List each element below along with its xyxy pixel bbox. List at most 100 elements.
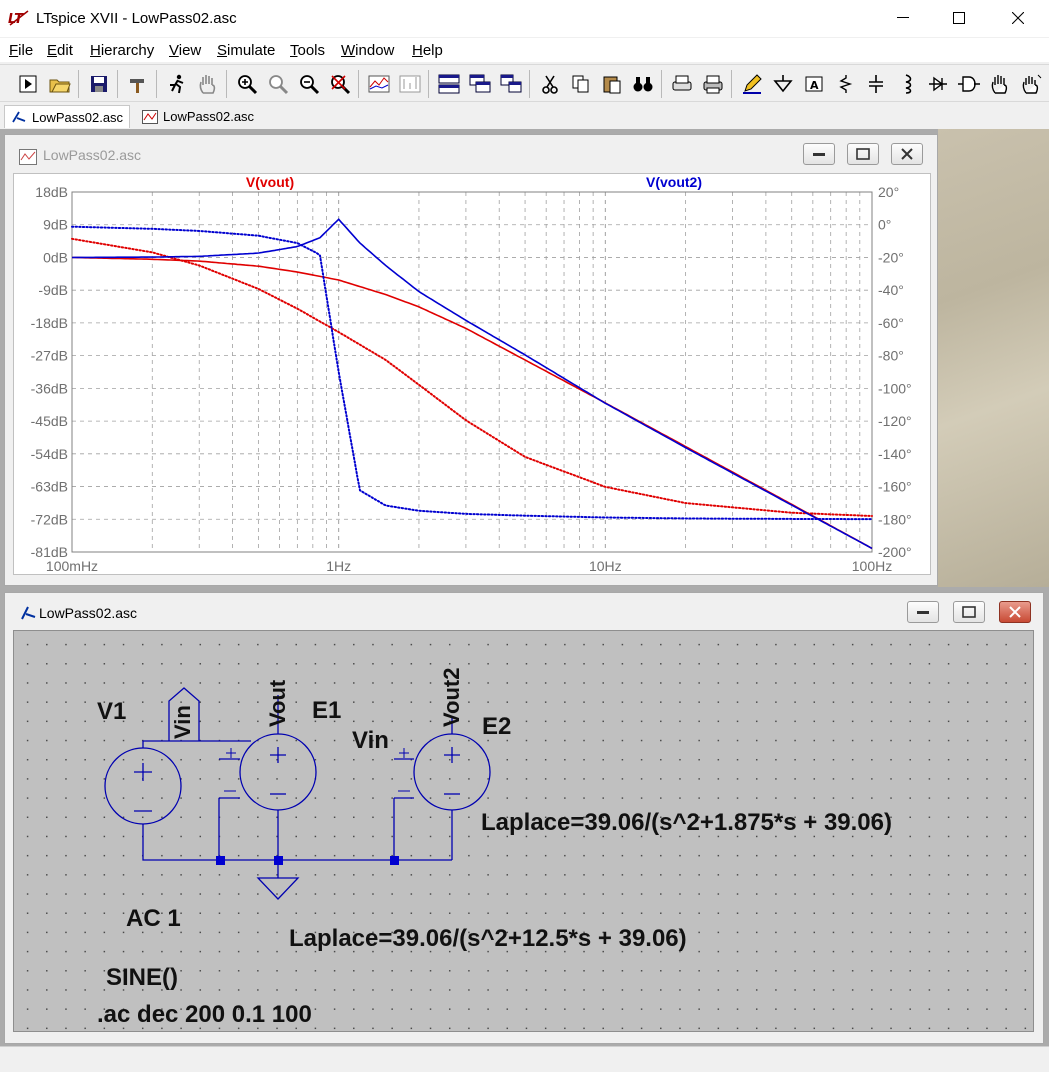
vout2-flag-label[interactable]: Vout2 [439,668,465,727]
move-hand-icon[interactable] [986,70,1014,98]
ground-symbol[interactable] [256,860,300,900]
open-folder-icon[interactable] [46,70,74,98]
y-right-tick-label: -20° [878,249,904,265]
y-right-tick-label: 0° [878,217,891,233]
menu-view[interactable]: View [169,42,201,59]
x-tick-label: 100mHz [46,558,98,574]
close-button[interactable] [995,0,1041,36]
run-icon[interactable] [163,70,191,98]
component-icon[interactable] [955,70,983,98]
vout-flag-label[interactable]: Vout [265,680,291,727]
menu-window[interactable]: Window [341,42,394,59]
window-title: LTspice XVII - LowPass02.asc [36,10,237,27]
tile-horizontal-icon[interactable] [435,70,463,98]
waveform-window: LowPass02.asc 18dB 9dB 0dB -9dB -18dB -27dB -3… [4,134,938,586]
series-vvout-magnitude [72,256,873,550]
toolbar: A [0,64,1049,102]
waveform-close-button[interactable] [891,143,923,165]
menu-tools[interactable]: Tools [290,42,325,59]
print-icon[interactable] [699,70,727,98]
halt-hand-icon[interactable] [194,70,222,98]
minimize-button[interactable] [880,0,926,36]
svg-text:A: A [810,79,819,92]
title-bar: LT LTspice XVII - LowPass02.asc [0,0,1049,38]
maximize-button[interactable] [936,0,982,36]
wire-v1-top[interactable] [142,740,251,748]
menu-help[interactable]: Help [412,42,443,59]
e2-source-symbol[interactable] [413,733,491,811]
v1-label[interactable]: V1 [97,698,126,726]
tile-vertical-icon[interactable] [497,70,525,98]
voltage-source-v1-symbol[interactable] [104,747,182,825]
schematic-close-button[interactable] [999,601,1031,623]
waveform-minimize-button[interactable] [803,143,835,165]
y-right-tick-label: -80° [878,348,904,364]
diode-icon[interactable] [924,70,952,98]
desktop-background [938,129,1049,587]
open-schematic-icon[interactable] [14,70,42,98]
menu-file[interactable]: File [9,42,33,59]
plot-settings-icon[interactable] [396,70,424,98]
waveform-window-title: LowPass02.asc [43,147,142,163]
y-left-tick-label: -54dB [31,446,68,462]
label-net-icon[interactable]: A [800,70,828,98]
zoom-fit-icon[interactable] [326,70,354,98]
find-binoculars-icon[interactable] [629,70,657,98]
y-right-tick-label: -140° [878,446,912,462]
y-right-tick-label: 20° [878,184,899,200]
cascade-windows-icon[interactable] [466,70,494,98]
e2-label[interactable]: E2 [482,713,511,741]
schematic-minimize-button[interactable] [907,601,939,623]
y-left-tick-label: -18dB [31,315,68,331]
series-vvout-phase [71,237,873,517]
document-tabs: LowPass02.asc LowPass02.asc [0,103,1049,129]
menu-hierarchy[interactable]: Hierarchy [90,42,154,59]
e1-label[interactable]: E1 [312,697,341,725]
copy-icon[interactable] [567,70,595,98]
series-vvout2-magnitude [71,218,873,550]
x-tick-label: 10Hz [589,558,622,574]
tab-schematic[interactable]: LowPass02.asc [4,105,131,128]
legend-vout: V(vout) [246,174,294,190]
y-left-tick-label: -36dB [31,380,68,396]
resistor-icon[interactable] [831,70,859,98]
draw-wire-pencil-icon[interactable] [738,70,766,98]
waveform-maximize-button[interactable] [847,143,879,165]
paste-icon[interactable] [598,70,626,98]
waveform-plot-pane[interactable]: 18dB 9dB 0dB -9dB -18dB -27dB -36dB -45dB -54dB -… [13,173,931,575]
tab-waveform[interactable]: LowPass02.asc [136,105,260,128]
zoom-in-icon[interactable] [233,70,261,98]
control-panel-hammer-icon[interactable] [124,70,152,98]
autorange-plot-icon[interactable] [365,70,393,98]
tab-waveform-label: LowPass02.asc [163,109,255,124]
save-icon[interactable] [85,70,113,98]
y-right-tick-label: -60° [878,315,904,331]
schematic-window-icon [19,605,37,624]
ac-analysis-directive[interactable]: .ac dec 200 0.1 100 [97,1001,312,1029]
waveform-tab-icon [142,109,158,124]
y-left-tick-label: 9dB [43,217,68,233]
inductor-icon[interactable] [893,70,921,98]
ground-icon[interactable] [769,70,797,98]
capacitor-icon[interactable] [862,70,890,98]
schematic-canvas[interactable]: V1 Vin Vout E1 Vin Vout2 E2 Laplace=39.0… [13,630,1034,1032]
drag-hand-icon[interactable] [1017,70,1045,98]
sine-source-label[interactable]: SINE() [106,964,178,992]
vin-label[interactable]: Vin [352,727,389,755]
schematic-maximize-button[interactable] [953,601,985,623]
zoom-out-icon[interactable] [295,70,323,98]
y-left-tick-label: -63dB [31,479,68,495]
e1-laplace-expression[interactable]: Laplace=39.06/(s^2+1.875*s + 39.06) [481,809,892,837]
print-preview-icon[interactable] [668,70,696,98]
y-left-tick-label: -45dB [31,413,68,429]
cut-icon[interactable] [536,70,564,98]
e2-laplace-expression[interactable]: Laplace=39.06/(s^2+12.5*s + 39.06) [289,925,687,953]
vin-flag-label[interactable]: Vin [170,705,196,739]
zoom-pan-icon[interactable] [264,70,292,98]
menu-edit[interactable]: Edit [47,42,73,59]
e1-source-symbol[interactable] [239,733,317,811]
ac-amplitude-label[interactable]: AC 1 [126,905,181,933]
menu-simulate[interactable]: Simulate [217,42,275,59]
wire-ground-bus[interactable] [142,824,452,861]
y-left-tick-label: 0dB [43,249,68,265]
